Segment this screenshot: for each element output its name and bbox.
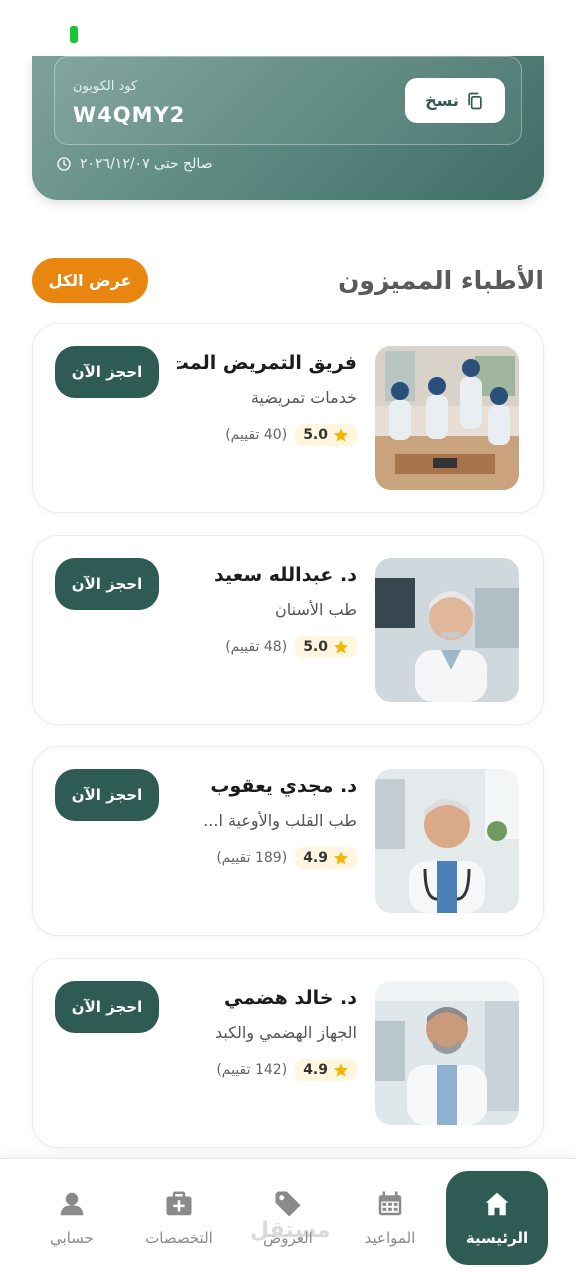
star-icon xyxy=(334,851,348,865)
doctor-photo xyxy=(375,981,519,1125)
doctor-specialty: طب الأسنان xyxy=(275,600,357,619)
rating-value: 5.0 xyxy=(303,427,328,443)
doctor-name: د. عبدالله سعيد xyxy=(214,564,357,586)
rating-badge: 5.0 xyxy=(295,424,357,446)
coupon-card: كود الكوبون W4QMY2 نسخ صالح حتى ٢٠٢٦/١٢/… xyxy=(32,56,544,200)
doctor-card[interactable]: د. خالد هضمي الجهاز الهضمي والكبد 4.9 (1… xyxy=(32,958,544,1148)
doctor-specialty: طب القلب والأوعية ا... xyxy=(203,811,357,830)
doctor-name: د. مجدي يعقوب xyxy=(210,775,357,797)
doctor-rating: 5.0 (40 تقييم) xyxy=(225,424,357,446)
nav-offers[interactable]: العروض xyxy=(237,1171,339,1265)
nav-home-label: الرئيسية xyxy=(465,1229,529,1247)
nav-appointments-label: المواعيد xyxy=(364,1229,416,1247)
nav-appointments[interactable]: المواعيد xyxy=(339,1171,441,1265)
star-icon xyxy=(334,428,348,442)
rating-badge: 4.9 xyxy=(295,1059,357,1081)
star-icon xyxy=(334,640,348,654)
tag-icon xyxy=(275,1191,301,1217)
nav-account-label: حسابي xyxy=(50,1229,94,1247)
rating-value: 4.9 xyxy=(303,850,328,866)
doctor-card[interactable]: د. مجدي يعقوب طب القلب والأوعية ا... 4.9… xyxy=(32,746,544,936)
doctor-name: فريق التمريض المت... xyxy=(177,352,357,374)
coupon-code: W4QMY2 xyxy=(73,103,186,127)
doctor-rating: 4.9 (189 تقييم) xyxy=(216,847,357,869)
review-count: (48 تقييم) xyxy=(225,639,288,655)
bottom-navigation: الرئيسية المواعيد العروض التخصصات حسابي xyxy=(0,1158,576,1280)
view-all-button[interactable]: عرض الكل xyxy=(32,258,148,303)
coupon-validity: صالح حتى ٢٠٢٦/١٢/٠٧ xyxy=(56,156,213,172)
nav-specialties[interactable]: التخصصات xyxy=(128,1171,230,1265)
doctor-specialty: خدمات تمريضية xyxy=(250,388,357,407)
nav-account[interactable]: حسابي xyxy=(21,1171,123,1265)
medical-kit-icon xyxy=(166,1191,192,1216)
validity-text: صالح حتى ٢٠٢٦/١٢/٠٧ xyxy=(80,156,213,172)
review-count: (142 تقييم) xyxy=(216,1062,288,1078)
doctor-photo xyxy=(375,558,519,702)
review-count: (189 تقييم) xyxy=(216,850,288,866)
rating-value: 5.0 xyxy=(303,639,328,655)
doctor-rating: 5.0 (48 تقييم) xyxy=(225,636,357,658)
coupon-label: كود الكوبون xyxy=(73,79,138,94)
book-now-button[interactable]: احجز الآن xyxy=(55,769,159,821)
copy-button[interactable]: نسخ xyxy=(405,78,505,123)
rating-badge: 4.9 xyxy=(295,847,357,869)
star-icon xyxy=(334,1063,348,1077)
rating-badge: 5.0 xyxy=(295,636,357,658)
status-indicator xyxy=(70,26,78,43)
book-now-button[interactable]: احجز الآن xyxy=(55,981,159,1033)
doctor-card[interactable]: د. عبدالله سعيد طب الأسنان 5.0 (48 تقييم… xyxy=(32,535,544,725)
section-title: الأطباء المميزون xyxy=(338,266,544,295)
doctor-photo xyxy=(375,346,519,490)
rating-value: 4.9 xyxy=(303,1062,328,1078)
doctor-photo xyxy=(375,769,519,913)
home-icon xyxy=(485,1192,509,1216)
nav-home[interactable]: الرئيسية xyxy=(446,1171,548,1265)
doctor-name: د. خالد هضمي xyxy=(224,987,357,1009)
calendar-icon xyxy=(378,1191,402,1216)
person-icon xyxy=(60,1192,84,1216)
coupon-box: كود الكوبون W4QMY2 نسخ xyxy=(54,56,522,145)
book-now-button[interactable]: احجز الآن xyxy=(55,346,159,398)
copy-label: نسخ xyxy=(425,91,459,110)
clock-icon xyxy=(57,157,71,171)
doctor-specialty: الجهاز الهضمي والكبد xyxy=(214,1023,357,1042)
copy-icon xyxy=(468,92,482,109)
doctor-card[interactable]: فريق التمريض المت... خدمات تمريضية 5.0 (… xyxy=(32,323,544,513)
nav-offers-label: العروض xyxy=(263,1229,313,1247)
review-count: (40 تقييم) xyxy=(225,427,288,443)
book-now-button[interactable]: احجز الآن xyxy=(55,558,159,610)
nav-specialties-label: التخصصات xyxy=(145,1229,213,1247)
doctor-rating: 4.9 (142 تقييم) xyxy=(216,1059,357,1081)
